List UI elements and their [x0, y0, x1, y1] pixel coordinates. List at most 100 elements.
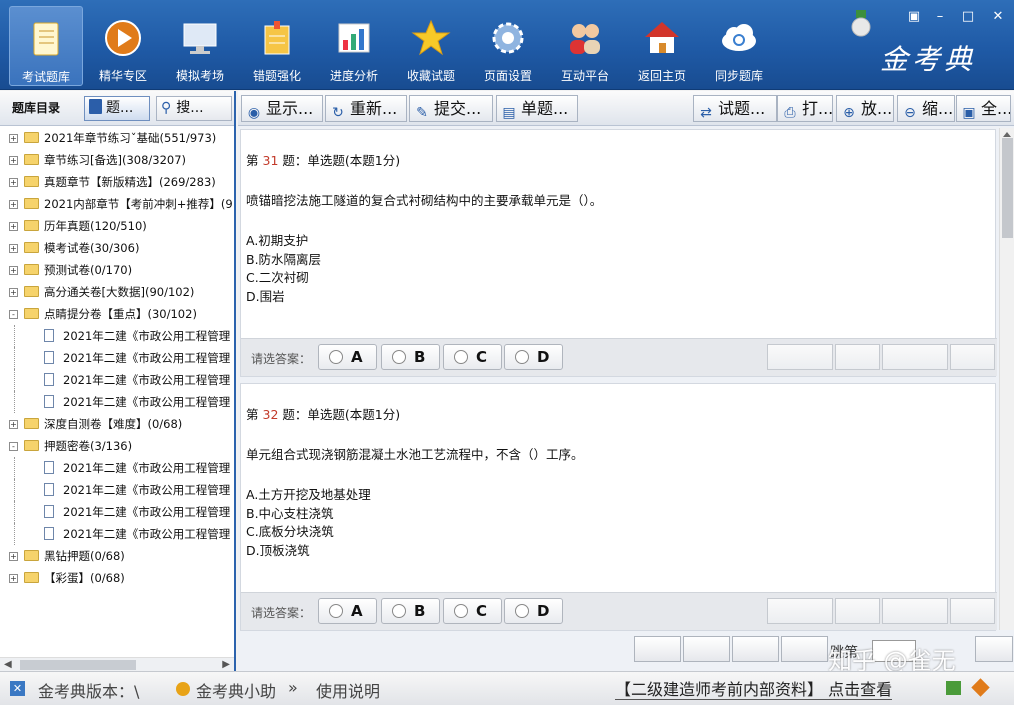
answer-option-b[interactable]: B	[381, 344, 440, 370]
answer-action-button[interactable]	[950, 598, 995, 624]
question-card: 第 32 题：单选题(本题1分) 单元组合式现浇钢筋混凝土水池工艺流程中，不含（）…	[240, 383, 997, 631]
jump-go-button[interactable]	[975, 636, 1013, 662]
nav-item-10[interactable]: 同步题库	[702, 6, 776, 86]
answer-action-button[interactable]	[882, 344, 948, 370]
answer-option-a[interactable]: A	[318, 598, 377, 624]
pager-last-button[interactable]	[781, 636, 828, 662]
pager-next-button[interactable]	[732, 636, 779, 662]
nav-item-9[interactable]: 返回主页	[625, 6, 699, 86]
manual-link[interactable]: 使用说明	[316, 678, 380, 702]
expand-icon[interactable]: +	[9, 244, 18, 253]
nav-item-label: 返回主页	[637, 69, 686, 83]
answer-option-c[interactable]: C	[443, 598, 502, 624]
vertical-scrollbar[interactable]	[999, 128, 1014, 630]
question-option: B.防水隔离层	[246, 251, 322, 267]
tree-item-label: 预测试卷(0/170)	[44, 263, 133, 277]
play-icon	[103, 18, 143, 58]
scroll-left-icon[interactable]: ◀	[4, 659, 12, 670]
assistant-link[interactable]: 金考典小助	[196, 678, 276, 702]
gear-icon	[488, 18, 528, 58]
expand-icon[interactable]: +	[9, 178, 18, 187]
nav-item-8[interactable]: 互动平台	[548, 6, 622, 86]
restore-icon[interactable]: ▣	[904, 8, 924, 26]
tree-item-label: 2021年章节练习ˇ基础(551/973)	[44, 131, 217, 145]
answer-action-button[interactable]	[835, 344, 880, 370]
toolbar-button-7[interactable]: ⊕ 放...	[836, 95, 894, 122]
nav-item-5[interactable]: 进度分析	[317, 6, 391, 86]
radio-icon	[515, 604, 529, 618]
answer-bar: 请选答案： A B C D	[241, 338, 997, 376]
question-prefix: 第	[246, 407, 259, 422]
nav-item-1[interactable]: 考试题库	[9, 6, 83, 86]
collapse-icon[interactable]: -	[9, 310, 18, 319]
answer-action-button[interactable]	[835, 598, 880, 624]
book-icon	[26, 19, 66, 59]
answer-action-button[interactable]	[767, 598, 833, 624]
horizontal-scrollbar[interactable]: ◀ ▶	[0, 657, 234, 671]
expand-icon[interactable]: +	[9, 574, 18, 583]
nav-item-4[interactable]: 错题强化	[240, 6, 314, 86]
collapse-icon[interactable]: -	[9, 442, 18, 451]
tree-item-label: 2021年二建《市政公用工程管理	[63, 395, 231, 409]
question-number: 32	[262, 407, 279, 422]
nav-item-7[interactable]: 页面设置	[471, 6, 545, 86]
answer-action-button[interactable]	[950, 344, 995, 370]
tab-question-bank[interactable]: 题...	[84, 96, 150, 121]
close-icon[interactable]: ✕	[988, 8, 1008, 26]
pager-first-button[interactable]	[634, 636, 681, 662]
expand-icon[interactable]: +	[9, 200, 18, 209]
scroll-up-icon[interactable]	[1003, 132, 1011, 137]
toolbar-button-1[interactable]: ◉ 显示...	[241, 95, 323, 122]
toolbar-button-8[interactable]: ⊖ 缩...	[897, 95, 955, 122]
folder-icon	[24, 220, 39, 231]
document-icon	[44, 483, 54, 496]
expand-icon[interactable]: +	[9, 552, 18, 561]
toolbar-button-9[interactable]: ▣ 全...	[956, 95, 1011, 122]
answer-option-a[interactable]: A	[318, 344, 377, 370]
expand-icon[interactable]: +	[9, 156, 18, 165]
question-number: 31	[262, 153, 279, 168]
nav-item-6[interactable]: 收藏试题	[394, 6, 468, 86]
tab-search-label: 搜...	[176, 100, 204, 116]
scroll-thumb[interactable]	[1002, 138, 1013, 238]
answer-option-d[interactable]: D	[504, 344, 563, 370]
more-icon[interactable]: »	[288, 678, 298, 697]
tree-item-label: 模考试卷(30/306)	[44, 241, 140, 255]
answer-option-b[interactable]: B	[381, 598, 440, 624]
nav-item-label: 进度分析	[329, 69, 378, 83]
expand-icon[interactable]: +	[9, 420, 18, 429]
maximize-icon[interactable]: □	[958, 8, 978, 26]
chart-icon[interactable]	[946, 681, 961, 695]
tab-search[interactable]: ⚲ 搜...	[156, 96, 232, 121]
toolbar-button-5[interactable]: ⇄ 试题...	[693, 95, 777, 122]
expand-icon[interactable]: +	[9, 288, 18, 297]
folder-icon	[24, 440, 39, 451]
answer-action-button[interactable]	[882, 598, 948, 624]
pager-prev-button[interactable]	[683, 636, 730, 662]
nav-item-3[interactable]: 模拟考场	[163, 6, 237, 86]
expand-icon[interactable]: +	[9, 222, 18, 231]
radio-icon	[392, 604, 406, 618]
scroll-thumb[interactable]	[20, 660, 136, 670]
expand-icon[interactable]: +	[9, 266, 18, 275]
promo-link[interactable]: 【二级建造师考前内部资料】 点击查看	[615, 681, 893, 700]
home-icon	[642, 18, 682, 58]
answer-option-d[interactable]: D	[504, 598, 563, 624]
expand-icon[interactable]: +	[9, 134, 18, 143]
nav-item-2[interactable]: 精华专区	[86, 6, 160, 86]
diamond-icon[interactable]	[971, 678, 990, 697]
toolbar-button-2[interactable]: ↻ 重新...	[325, 95, 407, 122]
toolbar-button-4[interactable]: ▤ 单题...	[496, 95, 578, 122]
minimize-icon[interactable]: –	[930, 8, 950, 26]
panel-title: 题库目录	[12, 101, 61, 115]
scroll-right-icon[interactable]: ▶	[222, 659, 230, 670]
tree-line	[14, 391, 15, 413]
radio-icon	[392, 350, 406, 364]
toolbar-button-3[interactable]: ✎ 提交...	[409, 95, 493, 122]
toolbar-button-6[interactable]: ⎙ 打...	[777, 95, 833, 122]
answer-action-button[interactable]	[767, 344, 833, 370]
answer-option-letter: C	[476, 348, 488, 366]
tree-item-label: 2021年二建《市政公用工程管理	[63, 461, 231, 475]
answer-option-c[interactable]: C	[443, 344, 502, 370]
users-icon	[565, 18, 605, 58]
